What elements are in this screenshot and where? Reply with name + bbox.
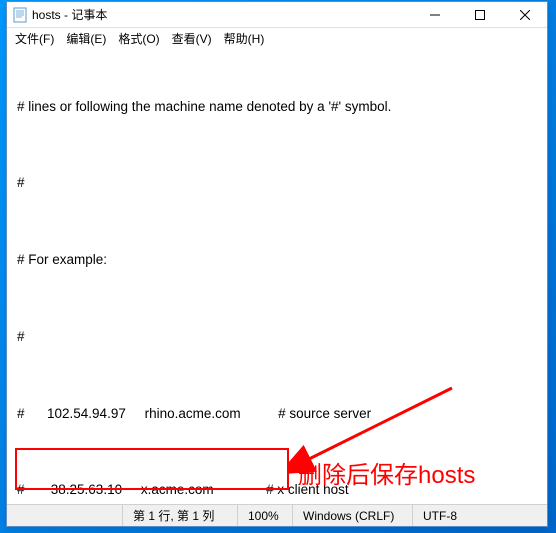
text-line: # 102.54.94.97 rhino.acme.com # source s… — [17, 404, 537, 424]
status-line-ending: Windows (CRLF) — [292, 505, 412, 526]
notepad-icon — [13, 7, 27, 23]
editor-content[interactable]: # lines or following the machine name de… — [7, 48, 547, 504]
titlebar[interactable]: hosts - 记事本 — [7, 2, 547, 28]
text-line: # For example: — [17, 250, 537, 270]
statusbar: 第 1 行, 第 1 列 100% Windows (CRLF) UTF-8 — [7, 504, 547, 526]
menu-edit[interactable]: 编辑(E) — [60, 28, 112, 49]
maximize-icon — [475, 10, 485, 20]
notepad-window: hosts - 记事本 文件(F) 编辑(E) 格式(O) 查看(V) 帮助(H… — [6, 1, 548, 527]
window-title: hosts - 记事本 — [32, 6, 412, 23]
close-icon — [520, 10, 530, 20]
close-button[interactable] — [502, 2, 547, 27]
menu-file[interactable]: 文件(F) — [9, 28, 60, 49]
menu-help[interactable]: 帮助(H) — [218, 28, 271, 49]
status-encoding: UTF-8 — [412, 505, 547, 526]
status-zoom: 100% — [237, 505, 292, 526]
annotation-arrow-icon — [287, 373, 487, 493]
minimize-icon — [430, 10, 440, 20]
window-controls — [412, 2, 547, 27]
menubar: 文件(F) 编辑(E) 格式(O) 查看(V) 帮助(H) — [7, 28, 547, 48]
minimize-button[interactable] — [412, 2, 457, 27]
maximize-button[interactable] — [457, 2, 502, 27]
text-line: # — [17, 173, 537, 193]
menu-view[interactable]: 查看(V) — [166, 28, 218, 49]
menu-format[interactable]: 格式(O) — [112, 28, 165, 49]
text-line: # — [17, 327, 537, 347]
text-line: # 38.25.63.10 x.acme.com # x client host — [17, 480, 537, 500]
status-position: 第 1 行, 第 1 列 — [122, 505, 237, 526]
text-line: # lines or following the machine name de… — [17, 97, 537, 117]
